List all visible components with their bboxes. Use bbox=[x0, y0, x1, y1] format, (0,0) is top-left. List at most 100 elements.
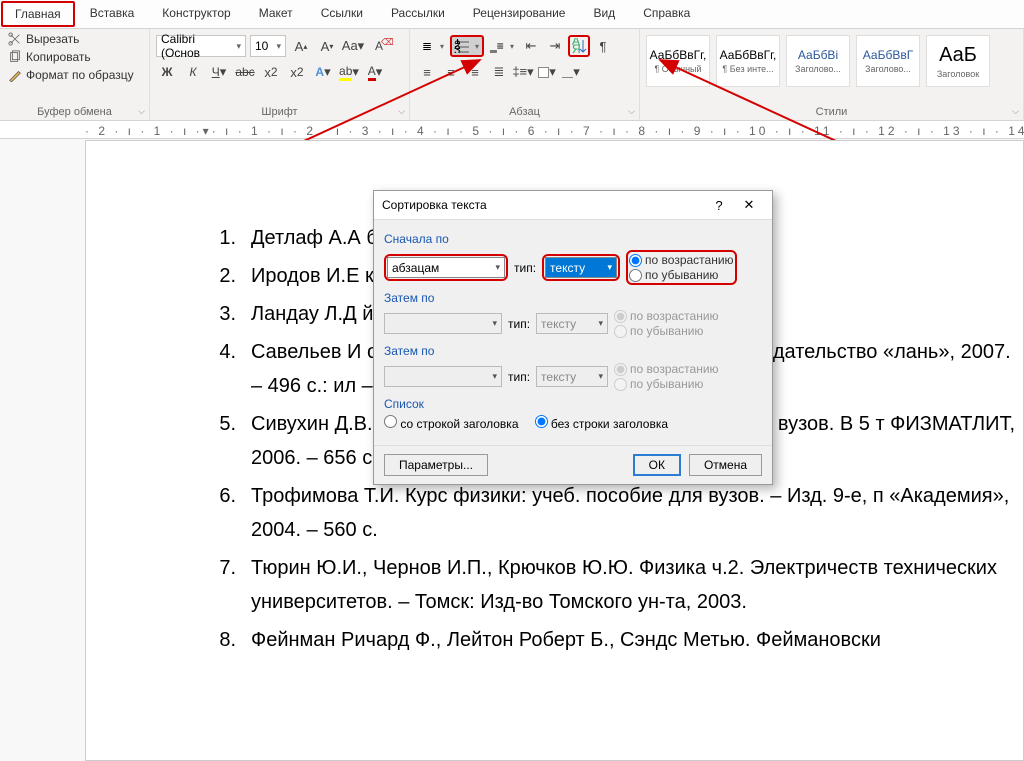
then-by-label-1: Затем по bbox=[384, 291, 762, 305]
style-nospace[interactable]: АаБбВвГг,¶ Без инте... bbox=[716, 35, 780, 87]
multilevel-button[interactable]: ‗≡▾ bbox=[486, 35, 518, 57]
tab-home[interactable]: Главная bbox=[1, 1, 75, 27]
style-normal[interactable]: АаБбВвГг,¶ Обычный bbox=[646, 35, 710, 87]
tab-mail[interactable]: Рассылки bbox=[377, 0, 459, 28]
close-button[interactable]: ✕ bbox=[734, 197, 764, 213]
chevron-down-icon: ▾ bbox=[492, 318, 497, 329]
tab-design[interactable]: Конструктор bbox=[148, 0, 244, 28]
bold-button[interactable]: Ж bbox=[156, 61, 178, 83]
numbering-button[interactable]: 123▾ bbox=[450, 35, 484, 57]
justify-button[interactable]: ≣ bbox=[488, 61, 510, 83]
line-spacing-button[interactable]: ‡≡▾ bbox=[512, 61, 534, 83]
chevron-down-icon: ▾ bbox=[236, 41, 241, 52]
ruler-scale: · 2 · ı · 1 · ı ·▾· ı · 1 · ı · 2 · ı · … bbox=[85, 121, 1024, 138]
font-size-combo[interactable]: 10▾ bbox=[250, 35, 286, 57]
shrink-font-button[interactable]: A▾ bbox=[316, 35, 338, 57]
list-item[interactable]: Тюрин Ю.И., Чернов И.П., Крючков Ю.Ю. Фи… bbox=[191, 551, 1023, 619]
align-right-button[interactable]: ≡ bbox=[464, 61, 486, 83]
sort-field-3-combo: ▾ bbox=[384, 366, 502, 387]
dialog-titlebar[interactable]: Сортировка текста ? ✕ bbox=[374, 191, 772, 220]
clear-format-button[interactable]: A⌫ bbox=[368, 35, 390, 57]
list-section-label: Список bbox=[384, 397, 762, 411]
bullets-button[interactable]: ≣▾ bbox=[416, 35, 448, 57]
chevron-down-icon: ▾ bbox=[495, 262, 500, 273]
show-marks-button[interactable]: ¶ bbox=[592, 35, 614, 57]
bullets-icon: ≣ bbox=[417, 39, 437, 53]
styles-gallery[interactable]: АаБбВвГг,¶ Обычный АаБбВвГг,¶ Без инте..… bbox=[646, 31, 1017, 87]
sort-type-3-combo: тексту▾ bbox=[536, 366, 608, 387]
type-label-1: тип: bbox=[514, 261, 536, 275]
first-by-label: Сначала по bbox=[384, 232, 762, 246]
change-case-button[interactable]: Aa▾ bbox=[342, 35, 364, 57]
sort-type-2-combo[interactable]: тексту▾ bbox=[536, 313, 608, 334]
params-button[interactable]: Параметры... bbox=[384, 454, 488, 476]
superscript-button[interactable]: x2 bbox=[286, 61, 308, 83]
font-name-combo[interactable]: Calibri (Основ▾ bbox=[156, 35, 246, 57]
tab-refs[interactable]: Ссылки bbox=[307, 0, 377, 28]
strike-button[interactable]: abc bbox=[234, 61, 256, 83]
asc-radio-1[interactable]: по возрастанию bbox=[629, 253, 734, 267]
highlight-button[interactable]: ab▾ bbox=[338, 61, 360, 83]
list-item[interactable]: Фейнман Ричард Ф., Лейтон Роберт Б., Сэн… bbox=[191, 623, 1023, 657]
tab-layout[interactable]: Макет bbox=[245, 0, 307, 28]
tab-view[interactable]: Вид bbox=[579, 0, 629, 28]
borders-button[interactable]: ▾ bbox=[560, 61, 582, 83]
type-label-2: тип: bbox=[508, 317, 530, 331]
chevron-down-icon: ▾ bbox=[507, 42, 517, 51]
clipboard-group-label: Буфер обмена bbox=[6, 106, 143, 120]
scissors-icon bbox=[8, 32, 22, 46]
text-effects-button[interactable]: A▾ bbox=[312, 61, 334, 83]
desc-radio-1[interactable]: по убыванию bbox=[629, 268, 734, 282]
help-button[interactable]: ? bbox=[704, 198, 734, 213]
chevron-down-icon: ▾ bbox=[472, 42, 482, 51]
sort-type-1-combo[interactable]: тексту▾ bbox=[545, 257, 617, 278]
shading-button[interactable]: ▾ bbox=[536, 61, 558, 83]
format-painter-button[interactable]: Формат по образцу bbox=[6, 67, 143, 83]
chevron-down-icon: ▾ bbox=[437, 42, 447, 51]
format-label: Формат по образцу bbox=[26, 68, 134, 82]
without-header-radio[interactable]: без строки заголовка bbox=[535, 415, 669, 431]
ribbon: Вырезать Копировать Формат по образцу Бу… bbox=[0, 29, 1024, 121]
chevron-down-icon: ▾ bbox=[492, 371, 497, 382]
italic-button[interactable]: К bbox=[182, 61, 204, 83]
sort-field-2-combo[interactable]: ▾ bbox=[384, 313, 502, 334]
then-by-label-2: Затем по bbox=[384, 344, 762, 358]
copy-button[interactable]: Копировать bbox=[6, 49, 143, 65]
style-h2[interactable]: АаБбВвГЗаголово... bbox=[856, 35, 920, 87]
ok-button[interactable]: ОК bbox=[633, 454, 681, 476]
sort-dialog: Сортировка текста ? ✕ Сначала по абзацам… bbox=[373, 190, 773, 485]
grow-font-button[interactable]: A▴ bbox=[290, 35, 312, 57]
ruler[interactable]: · 2 · ı · 1 · ı ·▾· ı · 1 · ı · 2 · ı · … bbox=[0, 121, 1024, 139]
chevron-down-icon: ▾ bbox=[599, 318, 604, 329]
subscript-button[interactable]: x2 bbox=[260, 61, 282, 83]
with-header-radio[interactable]: со строкой заголовка bbox=[384, 415, 519, 431]
font-name-value: Calibri (Основ bbox=[161, 32, 236, 60]
tab-review[interactable]: Рецензирование bbox=[459, 0, 580, 28]
tab-help[interactable]: Справка bbox=[629, 0, 704, 28]
dialog-title: Сортировка текста bbox=[382, 198, 704, 212]
copy-icon bbox=[8, 50, 22, 64]
font-group-label: Шрифт bbox=[156, 106, 403, 120]
style-title[interactable]: АаБЗаголовок bbox=[926, 35, 990, 87]
indent-button[interactable]: ⇥ bbox=[544, 35, 566, 57]
copy-label: Копировать bbox=[26, 50, 91, 64]
ribbon-tabs: Главная Вставка Конструктор Макет Ссылки… bbox=[0, 0, 1024, 29]
list-item[interactable]: Трофимова Т.И. Курс физики: учеб. пособи… bbox=[191, 479, 1023, 547]
paragraph-group-label: Абзац bbox=[416, 106, 633, 120]
chevron-down-icon: ▾ bbox=[599, 371, 604, 382]
align-left-button[interactable]: ≡ bbox=[416, 61, 438, 83]
cut-button[interactable]: Вырезать bbox=[6, 31, 143, 47]
tab-insert[interactable]: Вставка bbox=[76, 0, 149, 28]
styles-group-label: Стили bbox=[646, 106, 1017, 120]
style-h1[interactable]: АаБбВіЗаголово... bbox=[786, 35, 850, 87]
sort-button[interactable]: АЯ bbox=[568, 35, 590, 57]
outdent-button[interactable]: ⇤ bbox=[520, 35, 542, 57]
sort-field-1-combo[interactable]: абзацам▾ bbox=[387, 257, 505, 278]
underline-button[interactable]: Ч▾ bbox=[208, 61, 230, 83]
type-label-3: тип: bbox=[508, 370, 530, 384]
font-color-button[interactable]: A▾ bbox=[364, 61, 386, 83]
cancel-button[interactable]: Отмена bbox=[689, 454, 762, 476]
font-size-value: 10 bbox=[255, 39, 268, 53]
asc-radio-2: по возрастанию bbox=[614, 309, 719, 323]
align-center-button[interactable]: ≡ bbox=[440, 61, 462, 83]
